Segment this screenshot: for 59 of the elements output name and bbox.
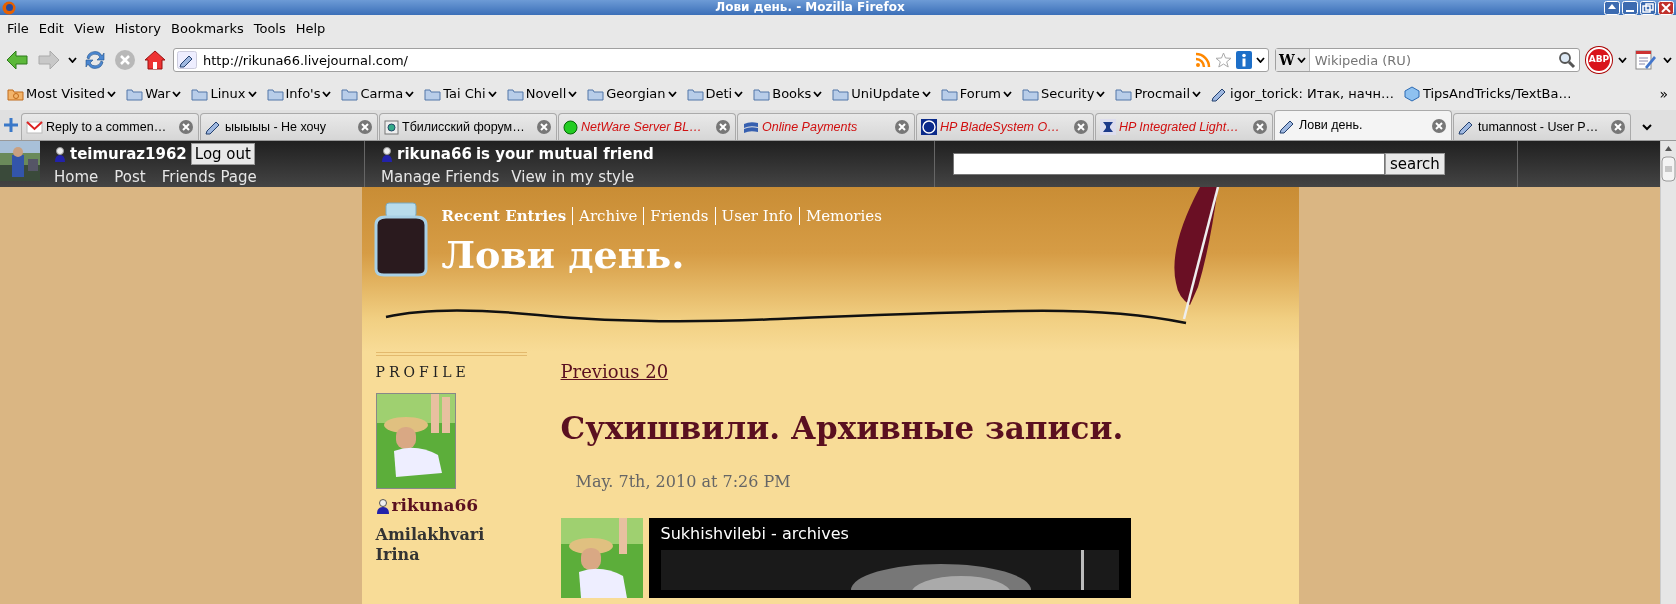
menu-item[interactable]: Edit [33,16,69,41]
menu-item[interactable]: File [2,16,34,41]
bookmark-item[interactable]: Deti [681,82,749,106]
logout-button[interactable]: Log out [190,143,255,166]
friend-username[interactable]: rikuna66 [397,143,472,166]
menu-item[interactable]: History [109,16,167,41]
address-field[interactable]: http://rikuna66.livejournal.com/ [201,50,1191,70]
entry-title: Сухишвили. Архивные записи. [560,409,1125,448]
previous-link[interactable]: Previous 20 [560,358,669,385]
bookmark-item[interactable]: Books [748,82,828,106]
bookmark-item[interactable]: Forum [935,82,1018,106]
bookmark-item[interactable]: Most Visited [2,82,122,106]
bookmark-item[interactable]: Novell [501,82,583,106]
nav-link[interactable]: View in my style [511,165,635,188]
username[interactable]: teimuraz1962 [70,143,187,166]
browser-tab[interactable]: Лови день. [1274,110,1452,140]
browser-tab[interactable]: Online Payments [737,113,915,140]
profile-name: Amilakhvari Irina [375,524,486,565]
search-input[interactable]: Wikipedia (RU) [1312,50,1555,70]
friend-status: is your mutual friend [475,144,654,165]
browser-tab[interactable]: HP Integrated Light… [1095,113,1273,140]
bookmark-item[interactable]: Linux [186,82,262,106]
menu-item[interactable]: View [68,16,110,41]
bookmark-item[interactable]: Carma [336,82,420,106]
browser-tab[interactable]: Reply to a commen… [21,113,199,140]
nav-link[interactable]: Friends Page [161,165,257,188]
bookmark-item[interactable]: Georgian [582,82,682,106]
browser-tab[interactable]: ыыыыы - Не хочу [200,113,378,140]
nav-link[interactable]: Post [114,165,146,188]
window-title: Лови день. - Mozilla Firefox [714,0,906,15]
menu-item[interactable]: Bookmarks [166,16,249,41]
nav-link[interactable]: Home [54,165,99,188]
video-player[interactable]: Sukhishvilebi - archives [648,517,1131,598]
bookmark-item[interactable]: TipsAndTricks/TextBa… [1398,82,1577,106]
journal-title: Лови день. [441,233,686,276]
address-bar[interactable]: http://rikuna66.livejournal.com/ [173,48,1269,72]
menu-item[interactable]: Help [290,16,331,41]
bookmarks-overflow-button[interactable]: » [1653,83,1674,105]
profile-username[interactable]: rikuna66 [391,493,479,519]
nav-link[interactable]: Manage Friends [381,165,500,188]
bookmark-item[interactable]: Security [1017,82,1111,106]
menu-item[interactable]: Tools [248,16,291,41]
bookmark-item[interactable]: Procmail [1110,82,1207,106]
bookmark-item[interactable]: War [121,82,187,106]
bookmark-item[interactable]: Tai Chi [419,82,502,106]
bookmark-item[interactable]: Info's [261,82,337,106]
adblock-button[interactable]: ABP [1586,47,1612,73]
profile-heading: PROFILE [375,363,471,382]
video-title: Sukhishvilebi - archives [660,522,850,545]
entry-date: May. 7th, 2010 at 7:26 PM [574,470,792,493]
search-button[interactable]: search [1385,153,1445,175]
browser-tab[interactable]: Тбилисский форум… [379,113,557,140]
search-field[interactable]: W Wikipedia (RU) [1275,48,1580,72]
bookmark-item[interactable]: UniUpdate [827,82,936,106]
browser-tab[interactable]: HP BladeSystem O… [916,113,1094,140]
search-engine-button[interactable]: W [1276,49,1310,71]
browser-tab[interactable]: NetWare Server BL… [558,113,736,140]
browser-tab[interactable]: tumannost - User P… [1453,113,1631,140]
bookmark-item[interactable]: igor_torick: Итак, начн… [1206,82,1399,106]
